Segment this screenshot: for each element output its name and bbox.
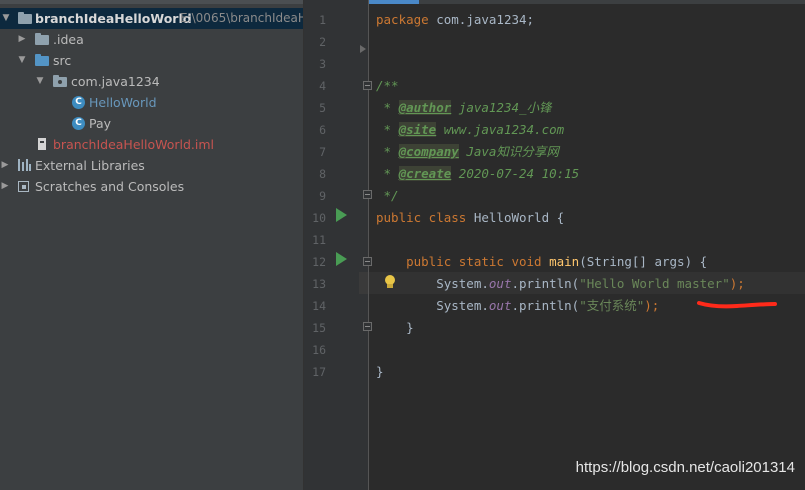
code-line-8[interactable]: * @create 2020-07-24 10:15 bbox=[376, 163, 579, 185]
code-editor[interactable] bbox=[304, 0, 805, 490]
tree-item-package[interactable]: ▼ com.java1234 bbox=[0, 71, 303, 92]
source-folder-icon bbox=[35, 50, 50, 71]
fold-icon[interactable] bbox=[363, 190, 372, 199]
line-number: 6 bbox=[319, 123, 326, 137]
line-number: 2 bbox=[319, 35, 326, 49]
code-line-16[interactable]: } bbox=[376, 317, 414, 339]
chevron-right-icon[interactable]: ▶ bbox=[17, 29, 27, 50]
code-line-14[interactable]: System.out.println("支付系统"); bbox=[376, 295, 659, 317]
line-number: 5 bbox=[319, 101, 326, 115]
chevron-down-icon[interactable]: ▼ bbox=[17, 50, 27, 71]
folder-icon bbox=[35, 29, 50, 50]
line-number: 8 bbox=[319, 167, 326, 181]
tree-item-label: .idea bbox=[53, 32, 84, 47]
chevron-down-icon[interactable]: ▼ bbox=[1, 8, 11, 29]
java-class-icon: C bbox=[71, 92, 86, 113]
tree-item-label: External Libraries bbox=[35, 158, 145, 173]
tree-item-helloworld[interactable]: C HelloWorld bbox=[0, 92, 303, 113]
line-number: 1 bbox=[319, 13, 326, 27]
code-line-13[interactable]: System.out.println("Hello World master")… bbox=[376, 273, 745, 295]
chevron-down-icon[interactable]: ▼ bbox=[35, 71, 45, 92]
tree-item-label: Pay bbox=[89, 116, 112, 131]
red-underline-annotation bbox=[697, 301, 777, 309]
line-number: 17 bbox=[312, 365, 326, 379]
line-number: 11 bbox=[312, 233, 326, 247]
tree-item-external-libraries[interactable]: ▶ External Libraries bbox=[0, 155, 303, 176]
line-number: 15 bbox=[312, 321, 326, 335]
project-root-label: branchIdeaHelloWorld bbox=[35, 11, 192, 26]
code-line-10[interactable]: public class HelloWorld { bbox=[376, 207, 564, 229]
code-line-1[interactable]: package com.java1234; bbox=[376, 9, 534, 31]
tree-item-scratches[interactable]: ▶ Scratches and Consoles bbox=[0, 176, 303, 197]
tree-item-label: Scratches and Consoles bbox=[35, 179, 185, 194]
run-icon[interactable] bbox=[336, 252, 347, 266]
line-number: 13 bbox=[312, 277, 326, 291]
gutter-border bbox=[368, 0, 369, 490]
current-line-gutter-highlight bbox=[359, 272, 368, 294]
java-class-icon: C bbox=[71, 113, 86, 134]
project-header-strip bbox=[0, 0, 303, 4]
line-number: 14 bbox=[312, 299, 326, 313]
line-number: 3 bbox=[319, 57, 326, 71]
tree-item-src[interactable]: ▼ src bbox=[0, 50, 303, 71]
watermark-text: https://blog.csdn.net/caoli201314 bbox=[575, 459, 795, 476]
iml-file-icon bbox=[35, 134, 50, 155]
line-number: 12 bbox=[312, 255, 326, 269]
code-line-12[interactable]: public static void main(String[] args) { bbox=[376, 251, 707, 273]
scratches-icon bbox=[17, 176, 32, 197]
tree-item-label: com.java1234 bbox=[71, 74, 160, 89]
fold-icon[interactable] bbox=[363, 257, 372, 266]
fold-icon[interactable] bbox=[363, 322, 372, 331]
tree-item-iml[interactable]: branchIdeaHelloWorld.iml bbox=[0, 134, 303, 155]
line-number: 4 bbox=[319, 79, 326, 93]
code-line-7[interactable]: * @company Java知识分享网 bbox=[376, 141, 559, 163]
tree-item-project-root[interactable]: ▼ branchIdeaHelloWorld E:\0065\branchIde… bbox=[0, 8, 303, 29]
code-line-6[interactable]: * @site www.java1234.com bbox=[376, 119, 564, 141]
fold-arrow-icon[interactable] bbox=[360, 45, 366, 53]
tree-item-idea[interactable]: ▶ .idea bbox=[0, 29, 303, 50]
tree-item-label: HelloWorld bbox=[89, 95, 157, 110]
libraries-icon bbox=[17, 155, 32, 176]
code-line-4[interactable]: /** bbox=[376, 75, 399, 97]
tree-item-pay[interactable]: C Pay bbox=[0, 113, 303, 134]
code-line-5[interactable]: * @author java1234_小锋 bbox=[376, 97, 552, 119]
project-root-path: E:\0065\branchIdeaH bbox=[180, 11, 303, 25]
run-icon[interactable] bbox=[336, 208, 347, 222]
module-folder-icon bbox=[18, 8, 33, 29]
line-number: 16 bbox=[312, 343, 326, 357]
fold-icon[interactable] bbox=[363, 81, 372, 90]
line-number: 9 bbox=[319, 189, 326, 203]
code-line-17[interactable]: } bbox=[376, 361, 384, 383]
tree-item-label: branchIdeaHelloWorld.iml bbox=[53, 137, 215, 152]
chevron-right-icon[interactable]: ▶ bbox=[0, 176, 10, 197]
package-icon bbox=[53, 71, 68, 92]
line-number: 10 bbox=[312, 211, 326, 225]
line-number: 7 bbox=[319, 145, 326, 159]
chevron-right-icon[interactable]: ▶ bbox=[0, 155, 10, 176]
project-tool-window: ▼ branchIdeaHelloWorld E:\0065\branchIde… bbox=[0, 0, 303, 490]
code-line-9[interactable]: */ bbox=[376, 185, 399, 207]
tree-item-label: src bbox=[53, 53, 72, 68]
